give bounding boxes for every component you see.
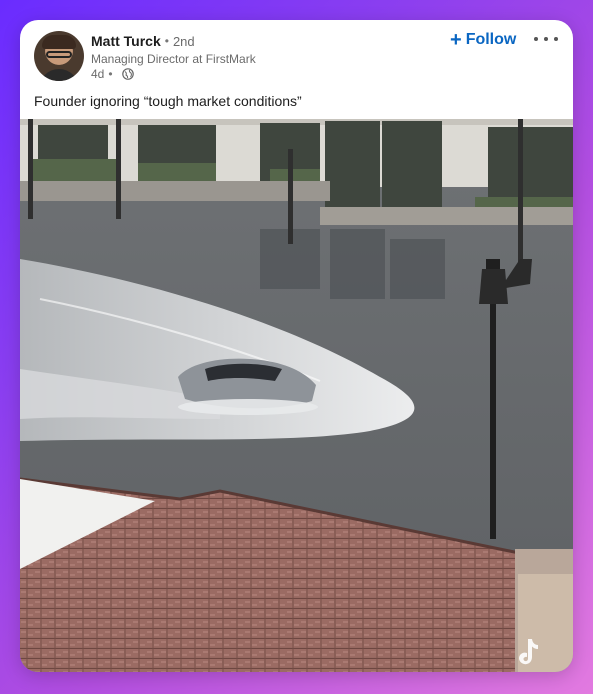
author-headline: Managing Director at FirstMark xyxy=(91,52,256,66)
separator-dot: • xyxy=(164,34,169,48)
post-video[interactable] xyxy=(20,119,573,672)
follow-label: Follow xyxy=(465,31,517,48)
separator-dot: • xyxy=(108,67,113,81)
post-time: 4d xyxy=(91,67,105,81)
globe-icon xyxy=(121,68,134,80)
author-avatar[interactable] xyxy=(34,31,84,81)
more-icon[interactable] xyxy=(534,29,558,49)
post-meta: 4d • xyxy=(91,67,134,81)
post-card: Matt Turck • 2nd Managing Director at Fi… xyxy=(20,20,573,672)
author-name-row: Matt Turck • 2nd xyxy=(91,33,195,49)
author-name[interactable]: Matt Turck xyxy=(91,33,161,49)
post-caption: Founder ignoring “tough market condition… xyxy=(34,93,302,109)
plus-icon: + xyxy=(450,29,462,51)
connection-degree: 2nd xyxy=(172,33,195,49)
follow-button[interactable]: + Follow xyxy=(450,29,517,51)
